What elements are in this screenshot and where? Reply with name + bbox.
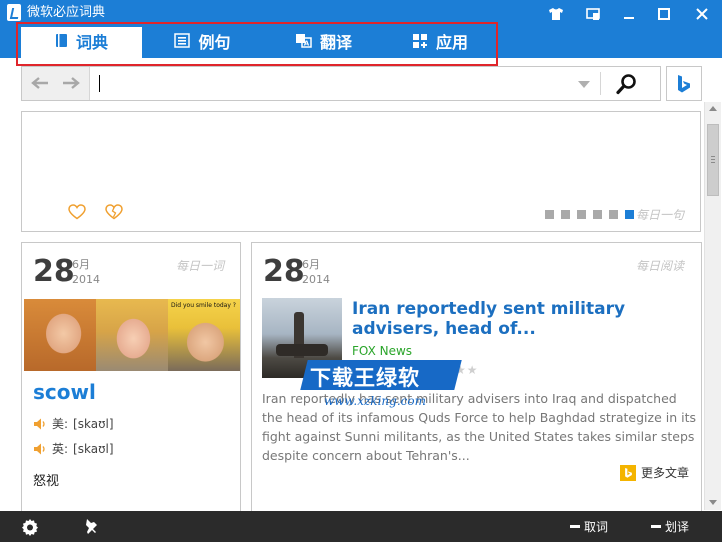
scroll-grip-line: [711, 162, 715, 163]
watermark-text: 下载王绿软: [310, 365, 420, 390]
toggle-dash-icon: [651, 525, 661, 528]
word-capture-toggle[interactable]: 取词: [570, 518, 608, 535]
scowling-child-photo: [96, 299, 168, 371]
date-day: 28: [33, 254, 75, 289]
word-capture-label: 取词: [584, 520, 609, 534]
select-translate-toggle[interactable]: 划译: [651, 518, 689, 535]
site-watermark: 下载王绿软 www.xzking.com: [300, 360, 462, 408]
scroll-grip-line: [711, 159, 715, 160]
uk-pronunciation[interactable]: 英: [skaʊl]: [33, 440, 114, 457]
maximize-button[interactable]: [647, 0, 681, 28]
history-dropdown-icon[interactable]: [578, 81, 590, 88]
dislike-broken-heart-icon[interactable]: [105, 204, 123, 220]
window-title: 微软必应词典: [27, 5, 106, 20]
search-button[interactable]: [612, 71, 642, 97]
scroll-thumb[interactable]: [707, 124, 719, 196]
word-image-strip: Did you smile today ?: [24, 299, 240, 371]
history-nav: [22, 67, 90, 100]
scowling-baby-photo: Did you smile today ?: [168, 299, 240, 371]
tab-sentences[interactable]: 例句: [142, 27, 263, 58]
photo-caption: Did you smile today ?: [171, 302, 236, 309]
search-input[interactable]: [98, 72, 588, 95]
word-meaning: 怒视: [33, 474, 60, 489]
us-pronunciation[interactable]: 美: [skaʊl]: [33, 415, 114, 432]
speaker-icon: [34, 418, 45, 429]
bing-logo-icon: [678, 74, 690, 92]
news-source: FOX News: [352, 344, 413, 358]
pager-dot[interactable]: [609, 210, 618, 219]
daily-reading-tag: 每日阅读: [636, 259, 685, 273]
pin-icon[interactable]: [82, 517, 102, 537]
minimize-button[interactable]: [612, 0, 646, 28]
translate-icon: A: [295, 33, 312, 52]
pager-dot[interactable]: [545, 210, 554, 219]
us-phonetic: [skaʊl]: [73, 416, 114, 431]
word-of-day-tag: 每日一词: [176, 259, 225, 273]
bing-search-button[interactable]: [666, 66, 702, 101]
more-articles-label: 更多文章: [641, 466, 690, 480]
search-divider: [600, 72, 601, 95]
more-articles-link[interactable]: 更多文章: [620, 464, 689, 481]
tab-dictionary[interactable]: 词典: [21, 27, 142, 58]
vertical-scrollbar[interactable]: [704, 102, 721, 510]
tab-sentences-label: 例句: [198, 32, 231, 52]
book-icon: [55, 33, 68, 52]
tab-dictionary-label: 词典: [75, 32, 108, 52]
bottom-toolbar: 取词 划译: [0, 511, 722, 542]
tab-apps-label: 应用: [435, 32, 468, 52]
back-arrow-icon[interactable]: [29, 73, 51, 93]
pager-dot[interactable]: [577, 210, 586, 219]
us-label: 美:: [52, 417, 69, 431]
pager-dot[interactable]: [561, 210, 570, 219]
select-translate-label: 划译: [665, 520, 690, 534]
word-of-day-card[interactable]: 28 6月 2014 每日一词 Did you smile today ? sc…: [21, 242, 241, 517]
settings-gear-icon[interactable]: [20, 517, 40, 537]
pager-dot[interactable]: [625, 210, 634, 219]
bing-dictionary-logo-icon: [7, 4, 21, 21]
date-day: 28: [263, 254, 305, 289]
daily-sentence-tag: 每日一句: [636, 208, 685, 222]
date-year: 2014: [72, 273, 100, 286]
toggle-dash-icon: [570, 525, 580, 528]
date-month: 6月: [302, 258, 320, 271]
tab-translate[interactable]: A 翻译: [263, 27, 384, 58]
speaker-icon: [34, 443, 45, 454]
list-icon: [174, 33, 191, 52]
uk-label: 英:: [52, 442, 69, 456]
apps-icon: [412, 33, 428, 53]
text-caret: [99, 75, 100, 92]
tab-apps[interactable]: 应用: [384, 27, 496, 58]
tab-translate-label: 翻译: [319, 32, 352, 52]
bing-logo-icon: [620, 464, 636, 481]
banner-pager: [545, 210, 634, 219]
search-bar: [21, 66, 661, 101]
scowling-girl-photo: [24, 299, 96, 371]
close-button[interactable]: [683, 0, 721, 28]
forward-arrow-icon[interactable]: [60, 73, 82, 93]
pager-dot[interactable]: [593, 210, 602, 219]
like-heart-icon[interactable]: [68, 204, 86, 220]
scroll-up-arrow-icon[interactable]: [709, 106, 717, 111]
scroll-down-arrow-icon[interactable]: [709, 500, 717, 505]
scroll-grip-line: [711, 156, 715, 157]
news-title-link[interactable]: Iran reportedly sent military advisers, …: [352, 299, 692, 339]
search-icon: [616, 74, 636, 95]
svg-text:A: A: [304, 40, 310, 48]
word-headword[interactable]: scowl: [33, 380, 96, 404]
mini-mode-icon[interactable]: [576, 0, 610, 28]
daily-sentence-banner: 每日一句: [21, 111, 701, 232]
uk-phonetic: [skaʊl]: [73, 441, 114, 456]
watermark-url: www.xzking.com: [324, 394, 426, 408]
theme-shirt-icon[interactable]: [539, 0, 573, 28]
date-year: 2014: [302, 273, 330, 286]
date-month: 6月: [72, 258, 90, 271]
